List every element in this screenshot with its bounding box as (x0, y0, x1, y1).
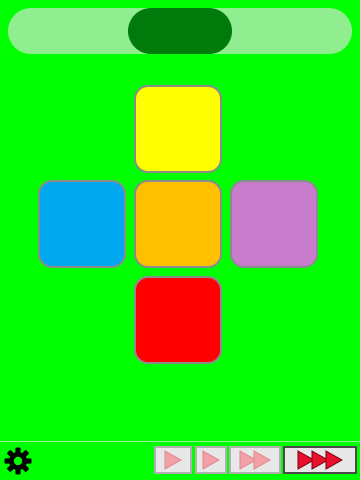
speed-button-1[interactable] (154, 446, 192, 474)
play-arrow-icon (164, 450, 183, 470)
play-arrows-icon (239, 450, 272, 470)
progress-indicator (128, 8, 232, 54)
tile-center-orange[interactable] (134, 180, 222, 268)
play-arrow-icon (202, 450, 221, 470)
tile-left-blue[interactable] (38, 180, 126, 268)
tile-right-purple[interactable] (230, 180, 318, 268)
tile-bottom-red[interactable] (134, 276, 222, 364)
play-arrows-icon (202, 450, 221, 470)
speed-button-3[interactable] (229, 446, 281, 474)
gear-icon (4, 447, 32, 475)
tile-top-yellow[interactable] (134, 85, 222, 173)
play-arrow-icon (325, 450, 344, 470)
game-screen (0, 0, 360, 480)
play-arrow-icon (253, 450, 272, 470)
speed-button-2[interactable] (195, 446, 227, 474)
play-arrows-icon (297, 450, 344, 470)
toolbar-divider (0, 441, 360, 442)
play-arrows-icon (164, 450, 183, 470)
settings-button[interactable] (3, 446, 33, 476)
speed-button-4[interactable] (283, 446, 357, 474)
